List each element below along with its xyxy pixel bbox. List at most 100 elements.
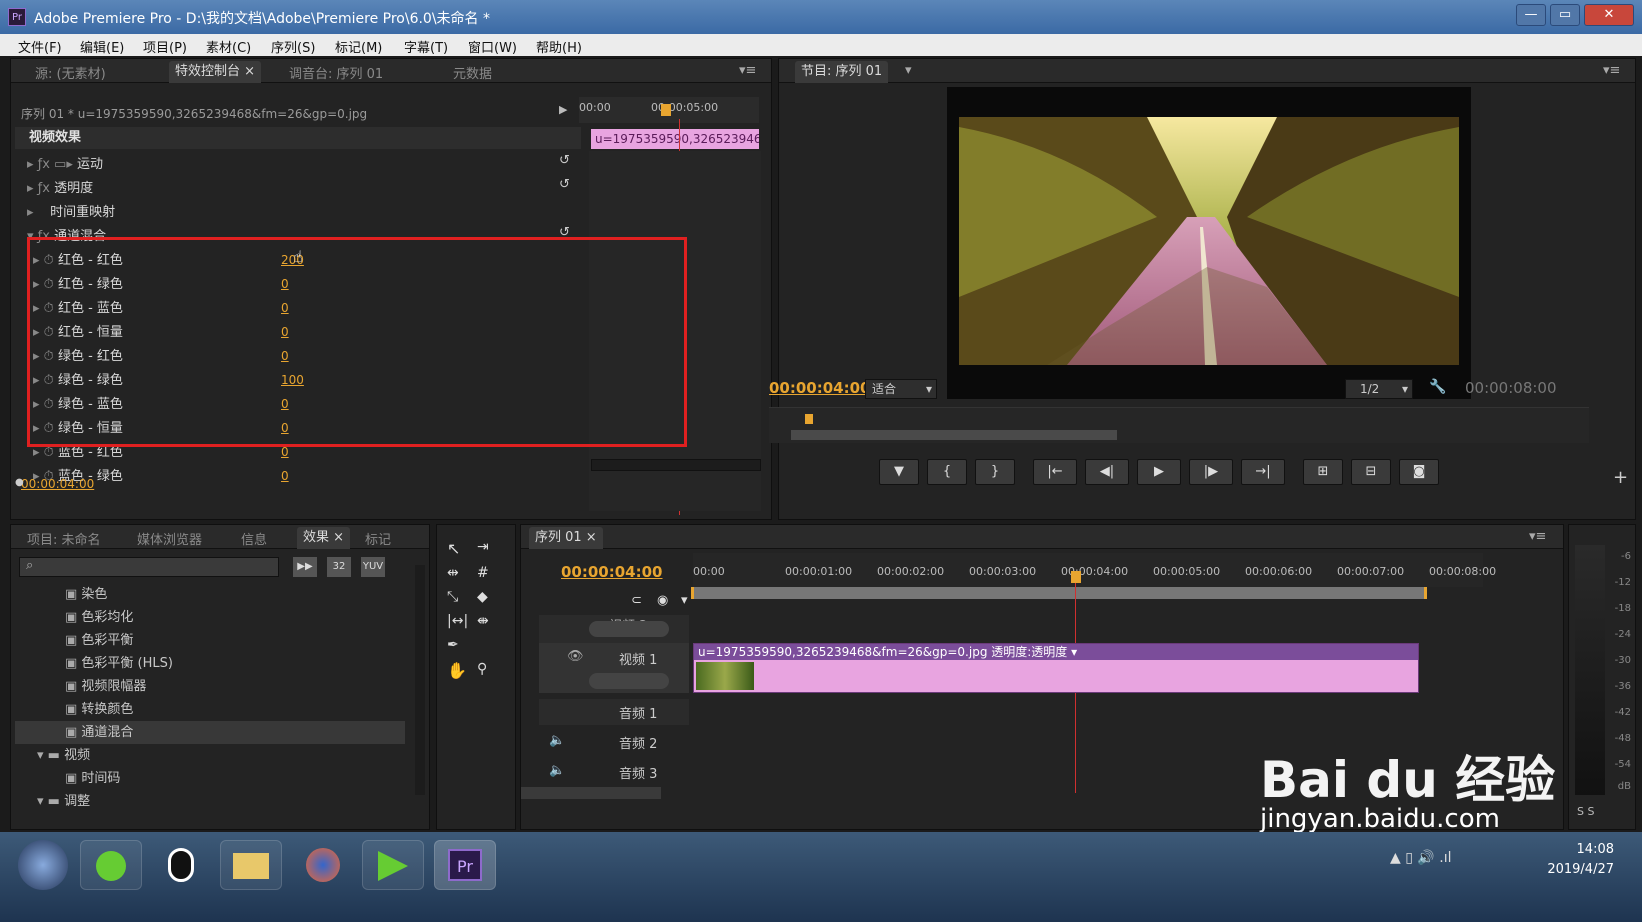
param-row[interactable]: ▸ ⏱ 蓝色 - 绿色 0 (33, 465, 573, 489)
transport-button[interactable]: ⊞ (1303, 459, 1343, 485)
menu-clip[interactable]: 素材(C) (206, 37, 251, 56)
explorer-icon[interactable] (220, 840, 282, 890)
effect-tree-item[interactable]: ▣ 色彩平衡 (15, 629, 405, 652)
reset-icon[interactable]: ↺ (559, 177, 570, 192)
scrollbar[interactable] (591, 459, 761, 471)
rate-stretch-tool-icon[interactable]: ⤡ (447, 589, 458, 605)
razor-tool-icon[interactable]: ◆ (477, 589, 488, 605)
mini-timeline[interactable] (769, 407, 1589, 443)
effect-tree-item[interactable]: ▣ 转换颜色 (15, 698, 405, 721)
zoom-bar[interactable] (791, 430, 1117, 440)
slip-tool-icon[interactable]: |↔| (447, 613, 468, 629)
transport-button[interactable]: { (927, 459, 967, 485)
scrollbar[interactable] (415, 565, 425, 795)
track-header-a2[interactable]: 🔈 音频 2 (539, 729, 689, 755)
transport-button[interactable]: } (975, 459, 1015, 485)
timeline-timecode[interactable]: 00:00:04:00 (561, 563, 663, 581)
track-header-v1[interactable]: 👁 视频 1 (539, 643, 689, 693)
keyframe-nav[interactable] (589, 621, 669, 637)
menu-title[interactable]: 字幕(T) (404, 37, 448, 56)
transport-button[interactable]: ◙ (1399, 459, 1439, 485)
effect-tree-item[interactable]: ▣ 通道混合 (15, 721, 405, 744)
menu-help[interactable]: 帮助(H) (536, 37, 582, 56)
speaker-icon[interactable]: 🔈 (549, 763, 565, 778)
scale-dropdown[interactable]: 1/2 ▾ (1345, 379, 1413, 399)
eye-icon[interactable]: 👁 (567, 649, 584, 664)
track-header-a3[interactable]: 🔈 音频 3 (539, 759, 689, 785)
panel-menu-icon[interactable]: ▾≡ (1529, 529, 1546, 544)
panel-menu-icon[interactable]: ▾≡ (739, 63, 756, 78)
firefox-icon[interactable] (292, 840, 354, 890)
clip-bar[interactable]: u=1975359590,3265239468 (591, 129, 759, 149)
media-player-icon[interactable] (362, 840, 424, 890)
transport-button[interactable]: ◀| (1085, 459, 1129, 485)
reset-icon[interactable]: ↺ (559, 153, 570, 168)
ie-icon[interactable] (80, 840, 142, 890)
hand-tool-icon[interactable]: ✋ (447, 661, 467, 680)
effect-tree-item[interactable]: ▣ 染色 (15, 583, 405, 606)
marker-icon[interactable]: ◉ (657, 593, 668, 608)
tab-audio-mixer[interactable]: 调音台: 序列 01 (289, 63, 383, 82)
pen-tool-icon[interactable]: ✒ (447, 637, 459, 653)
tab-media-browser[interactable]: 媒体浏览器 (137, 529, 202, 548)
transport-button[interactable]: ▼ (879, 459, 919, 485)
transport-button[interactable]: |▶ (1189, 459, 1233, 485)
timeline-ruler[interactable]: 00:00 00:00:01:00 00:00:02:00 00:00:03:00 00… (693, 553, 1496, 587)
tab-source[interactable]: 源: (无素材) (35, 63, 106, 82)
tab-markers[interactable]: 标记 (365, 529, 391, 548)
zoom-tool-icon[interactable]: ⚲ (477, 661, 487, 677)
effect-tree-item[interactable]: ▣ 视频限幅器 (15, 675, 405, 698)
track-header-a1[interactable]: 音频 1 (539, 699, 689, 725)
chevron-down-icon[interactable]: ▾ (905, 63, 912, 78)
premiere-icon[interactable]: Pr (434, 840, 496, 890)
param-value[interactable]: 0 (281, 445, 289, 459)
tab-sequence[interactable]: 序列 01 × (529, 527, 603, 549)
video-clip[interactable]: u=1975359590,3265239468&fm=26&gp=0.jpg 透… (693, 643, 1419, 693)
keyframe-nav[interactable] (589, 673, 669, 689)
effect-tree-item[interactable]: ▾ ▬ 视频 (15, 744, 405, 767)
start-button[interactable] (18, 840, 68, 890)
timeline-scrollbar[interactable] (521, 787, 661, 799)
search-input[interactable]: ⌕ (19, 557, 279, 577)
effect-timecode[interactable]: 00:00:04:00 (21, 477, 94, 491)
transport-button[interactable]: ⊟ (1351, 459, 1391, 485)
transport-button[interactable]: →| (1241, 459, 1285, 485)
ripple-edit-tool-icon[interactable]: ⇹ (447, 565, 459, 581)
menu-marker[interactable]: 标记(M) (335, 37, 382, 56)
slide-tool-icon[interactable]: ⇼ (477, 613, 489, 629)
play-only-audio-icon[interactable]: ▶ (559, 103, 567, 116)
tab-effect-controls[interactable]: 特效控制台 × (169, 61, 262, 83)
snap-icon[interactable]: ⊂ (631, 593, 642, 608)
qq-icon[interactable] (150, 840, 212, 890)
minimize-button[interactable]: — (1516, 4, 1546, 26)
playhead-icon[interactable] (661, 104, 671, 116)
track-select-tool-icon[interactable]: ⇥ (477, 539, 489, 555)
effect-tree-item[interactable]: ▣ 色彩均化 (15, 606, 405, 629)
add-button[interactable]: + (1613, 467, 1628, 488)
wrench-icon[interactable]: 🔧 (1429, 379, 1446, 395)
effect-tree-item[interactable]: ▣ 色彩平衡 (HLS) (15, 652, 405, 675)
playhead-icon[interactable] (1071, 571, 1081, 583)
effect-tree-item[interactable]: ▾ ▬ 调整 (15, 790, 405, 813)
tab-info[interactable]: 信息 (241, 529, 267, 548)
fit-dropdown[interactable]: 适合 ▾ (865, 379, 937, 399)
clock-date[interactable]: 2019/4/27 (1520, 862, 1614, 877)
close-button[interactable]: ✕ (1584, 4, 1634, 26)
program-timecode[interactable]: 00:00:04:00 (769, 379, 871, 397)
effect-time-remap[interactable]: ▸ 时间重映射 (27, 201, 115, 225)
add-marker-icon[interactable]: ▾ (681, 593, 688, 608)
tray-icons[interactable]: ▲ ▯ 🔊 .ıl (1390, 850, 1451, 866)
speaker-icon[interactable]: 🔈 (549, 733, 565, 748)
playhead-icon[interactable] (805, 414, 813, 424)
menu-window[interactable]: 窗口(W) (468, 37, 517, 56)
clock-time[interactable]: 14:08 (1540, 842, 1614, 857)
menu-sequence[interactable]: 序列(S) (271, 37, 315, 56)
transport-button[interactable]: ▶ (1137, 459, 1181, 485)
param-value[interactable]: 0 (281, 469, 289, 483)
effect-opacity[interactable]: ▸ ƒx 透明度 (27, 177, 93, 201)
tab-program[interactable]: 节目: 序列 01 (795, 61, 889, 83)
tab-metadata[interactable]: 元数据 (453, 63, 492, 82)
menu-project[interactable]: 项目(P) (143, 37, 187, 56)
effect-motion[interactable]: ▸ ƒx ▭▸ 运动 (27, 153, 103, 177)
menu-edit[interactable]: 编辑(E) (80, 37, 124, 56)
